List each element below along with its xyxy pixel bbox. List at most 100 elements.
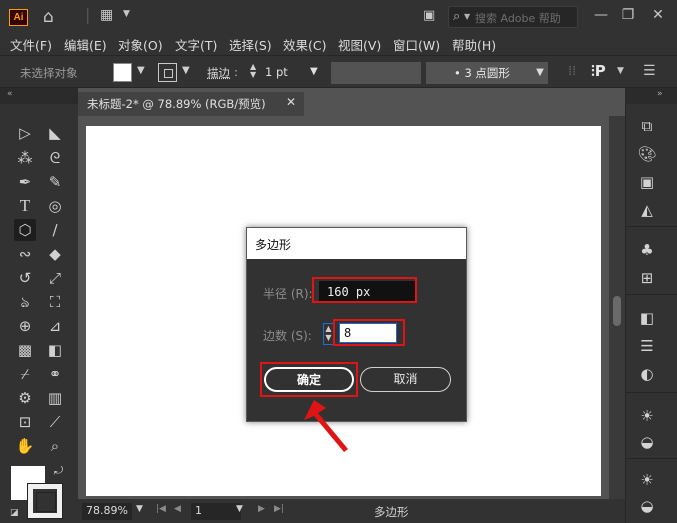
slice-tool-icon[interactable]: ⟋	[44, 411, 66, 433]
rotate-tool-icon[interactable]: ↺	[14, 267, 36, 289]
next-artboard-icon[interactable]: ▶	[258, 504, 265, 514]
artboard-number-field[interactable]: 1	[191, 503, 241, 520]
stroke-color-box[interactable]	[27, 483, 63, 519]
search-placeholder: 搜索 Adobe 帮助	[475, 12, 561, 25]
workspace-layout-icon[interactable]: ▦	[100, 7, 113, 23]
eyedropper-tool-icon[interactable]: ⌿	[14, 363, 36, 385]
menu-object[interactable]: 对象(O)	[118, 35, 163, 54]
image-trace-panel-icon[interactable]: ◭	[636, 200, 658, 220]
stroke-color-swatch[interactable]	[158, 63, 177, 82]
menu-edit[interactable]: 编辑(E)	[64, 35, 107, 54]
first-artboard-icon[interactable]: |◀	[156, 504, 166, 514]
profile-dropdown[interactable]	[426, 62, 448, 84]
close-icon[interactable]: ✕	[286, 95, 296, 109]
artboards-panel-icon[interactable]: ◒	[636, 496, 658, 516]
chevron-down-icon[interactable]: ▼	[136, 504, 143, 514]
direct-selection-tool-icon[interactable]: ◣	[44, 122, 66, 144]
appearance-panel-icon[interactable]: ☀	[636, 406, 658, 426]
transform-icon[interactable]: ⫶P	[591, 62, 606, 80]
graph-tool-icon[interactable]: ▥	[44, 387, 66, 409]
fill-color-swatch[interactable]	[113, 63, 132, 82]
blend-tool-icon[interactable]: ⚭	[44, 363, 66, 385]
stroke-weight-value: 1 pt	[265, 65, 288, 79]
document-tab[interactable]: 未标题-2* @ 78.89% (RGB/预览) ✕	[78, 92, 304, 116]
symbols-panel-icon[interactable]: ♣	[636, 240, 658, 260]
type-tool-icon[interactable]: T	[14, 195, 36, 217]
polygon-tool-icon[interactable]: ⬡	[14, 219, 36, 241]
color-guide-panel-icon[interactable]: ▣	[636, 172, 658, 192]
colon-label: :	[234, 65, 238, 79]
menu-type[interactable]: 文字(T)	[175, 35, 217, 54]
dialog-title: 多边形	[247, 228, 466, 259]
menu-effect[interactable]: 效果(C)	[283, 35, 326, 54]
scrollbar-thumb[interactable]	[613, 296, 621, 326]
artboard-tool-icon[interactable]: ⊡	[14, 411, 36, 433]
vertical-scrollbar[interactable]	[609, 116, 625, 499]
perspective-grid-tool-icon[interactable]: ⊿	[44, 315, 66, 337]
pen-tool-icon[interactable]: ✒	[14, 171, 36, 193]
chevron-down-icon[interactable]: ▼	[123, 9, 130, 19]
curvature-tool-icon[interactable]: ✎	[44, 171, 66, 193]
stroke-panel-icon[interactable]: ☰	[636, 336, 658, 356]
warp-tool-icon[interactable]: ঌ	[14, 291, 36, 313]
menu-file[interactable]: 文件(F)	[10, 35, 52, 54]
zoom-field[interactable]: 78.89%	[82, 503, 132, 520]
stroke-label[interactable]: 描边	[207, 65, 230, 81]
brush-definition[interactable]: • 3 点圆形	[446, 62, 532, 84]
variable-width-profile[interactable]	[331, 62, 421, 84]
shape-builder-tool-icon[interactable]: ⊕	[14, 315, 36, 337]
lasso-tool-icon[interactable]: ᘓ	[44, 147, 66, 169]
align-icon[interactable]: ⁞⁞	[568, 64, 576, 79]
restore-button[interactable]: ❐	[619, 7, 637, 23]
minimize-button[interactable]: —	[592, 7, 610, 23]
panel-separator	[626, 226, 677, 227]
chevron-down-icon[interactable]: ▼	[617, 66, 624, 76]
annotation-arrow	[304, 400, 348, 452]
collapse-icon[interactable]: «	[7, 89, 13, 99]
search-icon: ⌕	[453, 9, 461, 24]
last-artboard-icon[interactable]: ▶|	[274, 504, 284, 514]
transparency-panel-icon[interactable]: ◐	[636, 364, 658, 384]
gradient-tool-icon[interactable]: ◧	[44, 339, 66, 361]
chevron-down-icon[interactable]: ▼	[137, 65, 145, 76]
layers-panel-icon[interactable]: ☀	[636, 470, 658, 490]
close-window-button[interactable]: ✕	[649, 7, 667, 23]
free-transform-tool-icon[interactable]: ⛶	[44, 291, 66, 313]
chevron-down-icon[interactable]: ▼	[182, 65, 190, 76]
stepper-icon[interactable]: ▲ ▼	[250, 63, 256, 79]
scale-tool-icon[interactable]: ⤢	[44, 267, 66, 289]
search-help-box[interactable]: ⌕ ▼ 搜索 Adobe 帮助	[448, 6, 578, 28]
selection-tool-icon[interactable]: ▷	[14, 122, 36, 144]
menu-bar: 文件(F) 编辑(E) 对象(O) 文字(T) 选择(S) 效果(C) 视图(V…	[0, 33, 677, 55]
swap-colors-icon[interactable]: ⤾	[54, 464, 63, 478]
color-panel-icon[interactable]: 🎨︎	[636, 144, 658, 164]
mesh-tool-icon[interactable]: ▩	[14, 339, 36, 361]
chevron-down-icon[interactable]: ▼	[236, 504, 243, 514]
menu-select[interactable]: 选择(S)	[229, 35, 272, 54]
properties-panel-icon[interactable]: ⧉	[636, 116, 658, 136]
cancel-button[interactable]: 取消	[360, 367, 451, 392]
chevron-down-icon[interactable]: ▼	[310, 66, 318, 77]
shaper-tool-icon[interactable]: ∾	[14, 243, 36, 265]
hand-tool-icon[interactable]: ✋	[14, 435, 36, 457]
menu-window[interactable]: 窗口(W)	[393, 35, 440, 54]
chevron-down-icon[interactable]: ▼	[532, 62, 548, 84]
home-icon[interactable]: ⌂	[43, 7, 54, 27]
menu-view[interactable]: 视图(V)	[338, 35, 381, 54]
expand-icon[interactable]: »	[657, 89, 663, 99]
graphic-styles-panel-icon[interactable]: ◒	[636, 432, 658, 452]
magic-wand-tool-icon[interactable]: ⁂	[14, 147, 36, 169]
eraser-tool-icon[interactable]: ◆	[44, 243, 66, 265]
paintbrush-tool-icon[interactable]: ∕	[44, 219, 66, 241]
symbol-sprayer-tool-icon[interactable]: ⚙	[14, 387, 36, 409]
panel-menu-icon[interactable]: ☰	[643, 63, 656, 79]
document-panel-icon[interactable]: ▣	[423, 8, 435, 23]
default-colors-icon[interactable]: ◪	[10, 508, 19, 518]
gradient-panel-icon[interactable]: ◧	[636, 308, 658, 328]
previous-artboard-icon[interactable]: ◀	[174, 504, 181, 514]
menu-help[interactable]: 帮助(H)	[452, 35, 496, 54]
swatches-panel-icon[interactable]: ⊞	[636, 268, 658, 288]
zoom-tool-icon[interactable]: ⌕	[44, 435, 66, 457]
stroke-weight-field[interactable]: ▲ ▼ 1 pt ▼	[248, 62, 326, 83]
spiral-tool-icon[interactable]: ◎	[44, 195, 66, 217]
